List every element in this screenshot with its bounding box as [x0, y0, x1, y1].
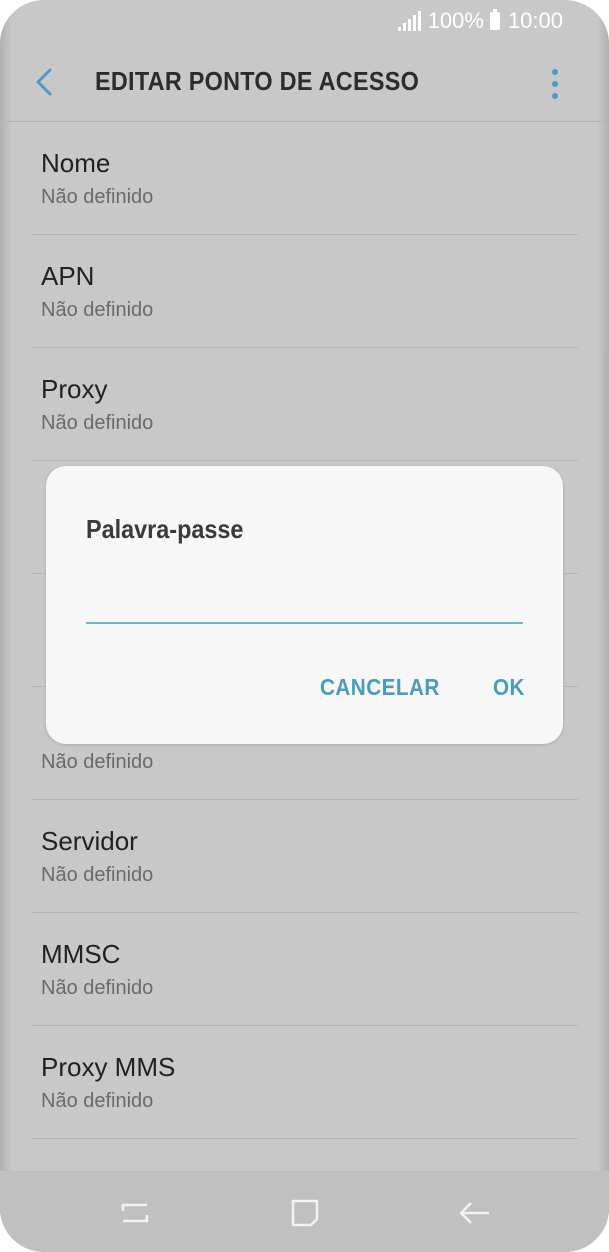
setting-item-apn[interactable]: APN Não definido: [0, 235, 609, 348]
setting-label: APN: [41, 261, 95, 291]
battery-percent: 100%: [427, 8, 484, 33]
setting-label: Proxy MMS: [41, 1052, 176, 1082]
setting-value: Não definido: [41, 299, 154, 321]
back-icon[interactable]: [455, 1193, 495, 1233]
dialog-title: Palavra-passe: [86, 514, 244, 544]
navigation-bar: [0, 1171, 609, 1252]
setting-item-proxy[interactable]: Proxy Não definido: [0, 348, 609, 461]
setting-value: Não definido: [41, 412, 154, 434]
password-input[interactable]: [86, 586, 523, 624]
setting-item-nome[interactable]: Nome Não definido: [0, 122, 609, 235]
cancel-button[interactable]: CANCELAR: [320, 674, 440, 701]
setting-label: Nome: [41, 148, 111, 178]
status-bar: 100% 10:00: [0, 0, 609, 42]
signal-icon: [396, 11, 421, 31]
setting-value: Não definido: [41, 977, 154, 999]
divider: [31, 1138, 578, 1139]
setting-item-servidor[interactable]: Servidor Não definido: [0, 800, 609, 913]
setting-value: Não definido: [41, 864, 154, 886]
chevron-left-icon[interactable]: [30, 62, 66, 102]
page-title: EDITAR PONTO DE ACESSO: [95, 66, 420, 96]
setting-value: Não definido: [41, 186, 154, 208]
app-bar: EDITAR PONTO DE ACESSO: [0, 42, 609, 121]
setting-item-mmsc[interactable]: MMSC Não definido: [0, 913, 609, 1026]
setting-value: Não definido: [41, 1090, 154, 1112]
setting-label: MMSC: [41, 939, 121, 969]
status-icons: 100% 10:00: [396, 8, 563, 34]
more-vert-icon[interactable]: [540, 64, 570, 104]
battery-icon: [489, 9, 500, 30]
setting-value: Não definido: [41, 751, 154, 773]
home-icon[interactable]: [285, 1193, 325, 1233]
setting-label: Servidor: [41, 826, 138, 856]
setting-item-proxy-mms[interactable]: Proxy MMS Não definido: [0, 1026, 609, 1139]
phone-screen: 100% 10:00 EDITAR PONTO DE ACESSO Nome N…: [0, 0, 609, 1252]
password-dialog: Palavra-passe CANCELAR OK: [46, 466, 563, 744]
clock: 10:00: [507, 8, 563, 33]
recents-icon[interactable]: [115, 1193, 155, 1233]
setting-label: Proxy: [41, 374, 108, 404]
ok-button[interactable]: OK: [493, 674, 525, 701]
